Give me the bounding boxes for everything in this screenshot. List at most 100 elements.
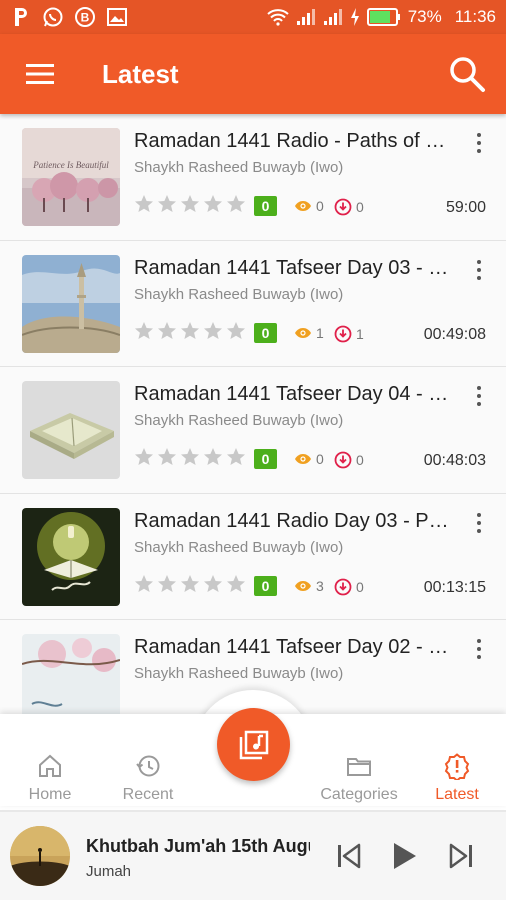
item-thumbnail [22, 381, 120, 479]
nav-categories[interactable]: Categories [309, 752, 409, 804]
item-duration: 00:13:15 [423, 578, 486, 596]
download-count: 0 [334, 451, 364, 469]
next-button[interactable] [443, 838, 479, 874]
rating-stars[interactable] [134, 447, 246, 467]
star-icon[interactable] [157, 447, 177, 467]
bottom-navigation: Home Recent Categories Latest [0, 690, 506, 810]
skip-next-icon [449, 843, 472, 869]
more-options-button[interactable] [470, 383, 488, 409]
view-count-value: 3 [316, 577, 324, 594]
view-count-value: 0 [316, 451, 324, 467]
item-author: Shaykh Rasheed Buwayb (Iwo) [134, 538, 344, 556]
list-item[interactable]: Patience Is Beautiful Ramadan 1441 Radio… [0, 114, 506, 241]
star-icon[interactable] [157, 574, 177, 594]
download-count-value: 0 [356, 578, 364, 595]
player-artwork [10, 826, 70, 886]
download-icon [334, 451, 352, 469]
star-icon[interactable] [226, 321, 246, 341]
nav-recent-label: Recent [122, 786, 174, 803]
nav-latest-label: Latest [435, 786, 479, 803]
star-icon[interactable] [134, 447, 154, 467]
image-icon [106, 6, 128, 28]
rating-stars[interactable] [134, 321, 246, 341]
item-author: Shaykh Rasheed Buwayb (Iwo) [134, 665, 344, 682]
item-author: Shaykh Rasheed Buwayb (Iwo) [134, 159, 344, 176]
eye-icon [295, 327, 311, 338]
item-thumbnail: Patience Is Beautiful [22, 128, 120, 226]
list-item[interactable]: Ramadan 1441 Tafseer Day 03 - Surah Shay… [0, 240, 506, 367]
previous-button[interactable] [331, 838, 367, 874]
download-count-value: 1 [356, 325, 364, 342]
nav-latest[interactable]: Latest [407, 752, 506, 804]
star-icon[interactable] [203, 321, 223, 341]
menu-button[interactable] [13, 47, 67, 101]
more-options-button[interactable] [470, 636, 488, 662]
app-bar: Latest [0, 34, 506, 114]
music-library-icon [239, 730, 268, 759]
rating-badge: 0 [254, 196, 277, 216]
nav-home[interactable]: Home [0, 752, 100, 804]
nav-recent[interactable]: Recent [98, 752, 198, 804]
list-item[interactable]: Ramadan 1441 Tafseer Day 04 - Surah Shay… [0, 367, 506, 494]
more-options-button[interactable] [470, 257, 488, 283]
charging-icon [350, 8, 359, 26]
star-icon[interactable] [180, 574, 200, 594]
star-icon[interactable] [203, 447, 223, 467]
item-thumbnail [22, 254, 120, 353]
item-duration: 59:00 [445, 199, 486, 216]
folder-icon [347, 758, 371, 776]
star-icon[interactable] [226, 447, 246, 467]
b-app-icon: B [74, 6, 96, 28]
audio-list[interactable]: Patience Is Beautiful Ramadan 1441 Radio… [0, 114, 506, 714]
p-app-icon [10, 6, 32, 28]
home-icon [39, 754, 61, 777]
star-icon[interactable] [203, 574, 223, 594]
star-icon[interactable] [157, 321, 177, 341]
search-button[interactable] [442, 49, 492, 99]
list-item[interactable]: Ramadan 1441 Radio Day 03 - Paths Shaykh… [0, 493, 506, 620]
download-count-value: 0 [356, 199, 364, 215]
view-count-value: 0 [316, 198, 324, 214]
history-icon [136, 755, 160, 777]
item-duration: 00:49:08 [423, 325, 486, 343]
star-icon[interactable] [134, 194, 154, 214]
star-icon[interactable] [226, 194, 246, 214]
item-title: Ramadan 1441 Tafseer Day 04 - Surah [134, 383, 450, 405]
more-options-button[interactable] [470, 130, 488, 156]
item-title: Ramadan 1441 Radio - Paths of Righteousn… [134, 130, 450, 152]
play-button[interactable] [386, 838, 422, 874]
star-icon[interactable] [180, 194, 200, 214]
item-duration: 00:48:03 [423, 452, 486, 469]
view-count: 1 [294, 325, 324, 341]
item-author: Shaykh Rasheed Buwayb (Iwo) [134, 285, 344, 303]
rating-stars[interactable] [134, 574, 246, 594]
wifi-icon [267, 9, 289, 26]
download-icon [334, 198, 352, 216]
more-options-button[interactable] [470, 510, 488, 536]
rating-stars[interactable] [134, 194, 246, 214]
view-count: 3 [294, 578, 324, 594]
battery-icon [366, 8, 400, 26]
star-icon[interactable] [203, 194, 223, 214]
item-title: Ramadan 1441 Tafseer Day 03 - Surah [134, 256, 450, 279]
mini-player[interactable]: Khutbah Jum'ah 15th August Jumah [0, 810, 506, 900]
download-count: 0 [334, 198, 364, 216]
download-icon [334, 325, 352, 342]
whatsapp-icon [42, 6, 64, 28]
view-count: 0 [294, 198, 324, 214]
music-library-button[interactable] [217, 708, 290, 781]
item-title: Ramadan 1441 Tafseer Day 02 - Surah [134, 636, 450, 658]
signal-icon-2 [323, 9, 342, 25]
star-icon[interactable] [180, 321, 200, 341]
rating-badge: 0 [254, 322, 277, 343]
download-count: 0 [334, 578, 364, 596]
rating-badge: 0 [254, 449, 277, 469]
nav-categories-label: Categories [320, 786, 398, 803]
star-icon[interactable] [180, 447, 200, 467]
download-count-value: 0 [356, 452, 364, 468]
star-icon[interactable] [134, 321, 154, 341]
system-icons: 73% 11:36 [267, 7, 496, 27]
star-icon[interactable] [226, 574, 246, 594]
star-icon[interactable] [134, 574, 154, 594]
star-icon[interactable] [157, 194, 177, 214]
